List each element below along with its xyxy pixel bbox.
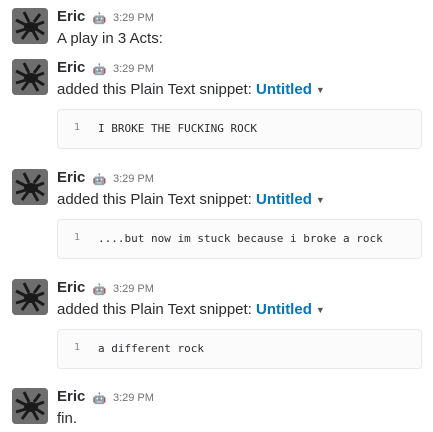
avatar[interactable] (12, 388, 48, 424)
avatar-spider-icon (12, 59, 48, 95)
avatar-spider-icon (12, 279, 48, 315)
avatar-spider-icon (12, 388, 48, 424)
message-text: added this Plain Text snippet: Untitled ▼ (57, 301, 325, 318)
message-header: Eric 🤖 3:29 PM (57, 59, 154, 77)
robot-icon: 🤖 (92, 284, 107, 296)
timestamp[interactable]: 3:29 PM (113, 283, 154, 295)
snippet-code: I BROKE THE FUCKING ROCK (98, 122, 257, 135)
snippet-prefix: added this Plain Text snippet: (57, 81, 252, 98)
message-header: Eric 🤖 3:29 PM (57, 279, 154, 297)
snippet-prefix: added this Plain Text snippet: (57, 191, 252, 208)
avatar[interactable] (12, 59, 48, 95)
author-name[interactable]: Eric (57, 8, 85, 25)
snippet-code: ....but now im stuck because i broke a r… (98, 232, 383, 245)
avatar[interactable] (12, 279, 48, 315)
message-header: Eric 🤖 3:29 PM (57, 169, 154, 187)
avatar[interactable] (12, 8, 48, 44)
message-header: Eric 🤖 3:29 PM (57, 8, 154, 26)
snippet-title-link[interactable]: Untitled (256, 301, 312, 318)
timestamp[interactable]: 3:29 PM (113, 392, 154, 404)
snippet-prefix: added this Plain Text snippet: (57, 301, 252, 318)
author-name[interactable]: Eric (57, 169, 85, 186)
code-snippet[interactable]: 1 ....but now im stuck because i broke a… (57, 219, 422, 259)
author-name[interactable]: Eric (57, 279, 85, 296)
chevron-down-icon[interactable]: ▼ (316, 195, 325, 205)
snippet-title-link[interactable]: Untitled (256, 81, 312, 98)
timestamp[interactable]: 3:29 PM (113, 173, 154, 185)
robot-icon: 🤖 (92, 64, 107, 76)
message-text: added this Plain Text snippet: Untitled ▼ (57, 191, 325, 208)
code-snippet[interactable]: 1 I BROKE THE FUCKING ROCK (57, 109, 422, 149)
chevron-down-icon[interactable]: ▼ (316, 305, 325, 315)
snippet-code: a different rock (98, 342, 204, 355)
message-text: fin. (57, 410, 78, 427)
timestamp[interactable]: 3:29 PM (113, 63, 154, 75)
timestamp[interactable]: 3:29 PM (113, 12, 154, 24)
message-text: added this Plain Text snippet: Untitled ▼ (57, 81, 325, 98)
chevron-down-icon[interactable]: ▼ (316, 85, 325, 95)
author-name[interactable]: Eric (57, 59, 85, 76)
avatar-spider-icon (12, 169, 48, 205)
line-number: 1 (74, 122, 81, 133)
snippet-title-link[interactable]: Untitled (256, 191, 312, 208)
robot-icon: 🤖 (92, 13, 107, 25)
avatar[interactable] (12, 169, 48, 205)
code-snippet[interactable]: 1 a different rock (57, 329, 422, 369)
message-header: Eric 🤖 3:29 PM (57, 388, 154, 406)
avatar-spider-icon (12, 8, 48, 44)
robot-icon: 🤖 (92, 393, 107, 405)
line-number: 1 (74, 232, 81, 243)
message-text: A play in 3 Acts: (57, 30, 163, 47)
robot-icon: 🤖 (92, 174, 107, 186)
author-name[interactable]: Eric (57, 388, 85, 405)
line-number: 1 (74, 342, 81, 353)
